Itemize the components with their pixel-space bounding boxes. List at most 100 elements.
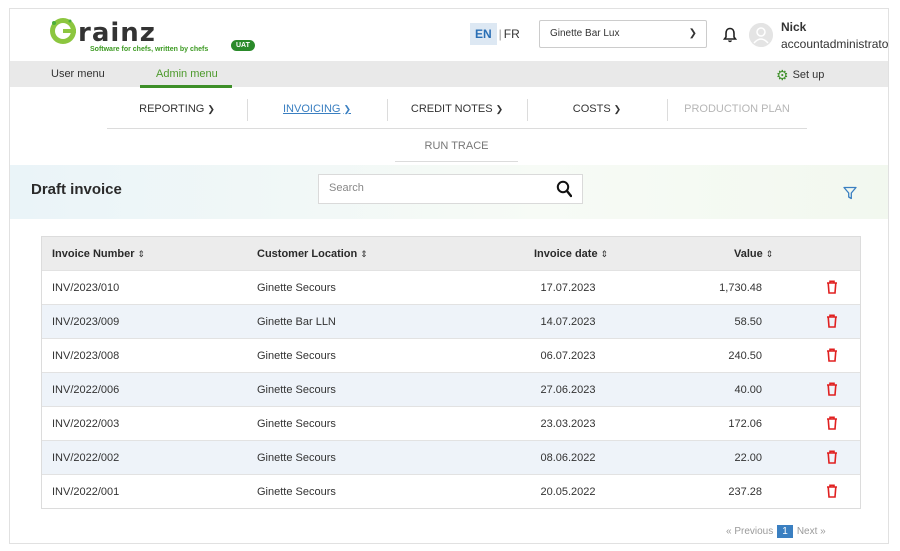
customer-location: Ginette Secours [257,350,336,362]
user-name: Nick [781,20,807,34]
trash-icon[interactable] [826,416,838,430]
table-row[interactable]: INV/2022/006 Ginette Secours 27.06.2023 … [42,372,860,406]
customer-location: Ginette Secours [257,418,336,430]
trash-icon[interactable] [826,280,838,294]
invoice-table: Invoice Number ⇕ Customer Location ⇕ Invoi… [41,236,861,509]
invoice-date: 06.07.2023 [540,350,596,362]
invoice-number: INV/2023/008 [52,350,120,362]
pagination: « Previous 1 Next » [726,525,826,538]
sort-icon: ⇕ [360,249,368,259]
column-header-customer-location[interactable]: Customer Location ⇕ [257,248,368,260]
pagination-next[interactable]: Next » [797,526,826,537]
invoice-date: 17.07.2023 [540,282,596,294]
invoice-value: 172.06 [728,418,762,430]
nav-underline [107,128,807,129]
invoice-date: 14.07.2023 [540,316,596,328]
pagination-previous[interactable]: « Previous [726,526,773,537]
nav-credit-notes-label: CREDIT NOTES [410,103,493,115]
nav-costs[interactable]: COSTS ❯ [527,93,667,127]
sort-icon: ⇕ [600,249,609,259]
invoice-number: INV/2022/001 [52,486,120,498]
nav-credit-notes[interactable]: CREDIT NOTES ❯ [387,93,527,127]
nav-production-plan[interactable]: PRODUCTION PLAN [667,93,807,127]
page-title: Draft invoice [31,181,122,198]
trash-icon[interactable] [826,348,838,362]
top-header: rainz Software for chefs, written by che… [10,9,889,61]
column-label: Value [734,248,763,260]
logo-wordmark: rainz [78,18,156,48]
app-window: rainz Software for chefs, written by che… [9,8,889,544]
customer-location: Ginette Secours [257,384,336,396]
sort-icon: ⇕ [137,249,146,259]
table-row[interactable]: INV/2022/001 Ginette Secours 20.05.2022 … [42,474,860,508]
trash-icon[interactable] [826,450,838,464]
customer-location: Ginette Secours [257,452,336,464]
invoice-date: 20.05.2022 [540,486,596,498]
page-title-bar: Draft invoice [10,165,888,219]
invoice-value: 1,730.48 [719,282,762,294]
language-en[interactable]: EN [470,23,497,45]
venue-select[interactable]: Ginette Bar Lux ❯ [539,20,707,48]
nav-reporting[interactable]: REPORTING ❯ [107,93,247,127]
menu-bar: User menu Admin menu ⚙ Set up [10,61,888,88]
nav-invoicing[interactable]: INVOICING ❯ [247,93,387,127]
customer-location: Ginette Bar LLN [257,316,336,328]
tab-admin-menu[interactable]: Admin menu [156,68,218,80]
chevron-down-icon: ❯ [613,104,622,114]
invoice-date: 27.06.2023 [540,384,596,396]
trash-icon[interactable] [826,382,838,396]
invoice-value: 240.50 [728,350,762,362]
invoice-value: 237.28 [728,486,762,498]
trash-icon[interactable] [826,484,838,498]
language-fr[interactable]: FR [504,27,520,41]
invoice-value: 40.00 [734,384,762,396]
column-header-invoice-number[interactable]: Invoice Number ⇕ [52,248,145,260]
invoice-value: 22.00 [734,452,762,464]
invoice-number: INV/2022/002 [52,452,120,464]
invoice-value: 58.50 [734,316,762,328]
user-role: accountadministrator [781,37,889,51]
pagination-current-page[interactable]: 1 [777,525,793,538]
invoice-number: INV/2023/009 [52,316,120,328]
invoice-number: INV/2023/010 [52,282,120,294]
nav-run-trace[interactable]: RUN TRACE [395,140,518,152]
nav-costs-label: COSTS [572,103,611,115]
invoice-date: 23.03.2023 [540,418,596,430]
table-header: Invoice Number ⇕ Customer Location ⇕ Invoi… [42,237,860,270]
search-icon[interactable] [556,180,572,198]
logo-g-icon [50,18,76,44]
invoice-date: 08.06.2022 [540,452,596,464]
table-row[interactable]: INV/2023/010 Ginette Secours 17.07.2023 … [42,270,860,304]
table-row[interactable]: INV/2023/008 Ginette Secours 06.07.2023 … [42,338,860,372]
invoice-number: INV/2022/006 [52,384,120,396]
chevron-down-icon: ❯ [495,104,504,114]
grainz-logo[interactable]: rainz Software for chefs, written by che… [48,16,263,56]
run-trace-underline [395,161,518,162]
chevron-down-icon: ❯ [688,28,697,39]
column-header-value[interactable]: Value ⇕ [734,248,773,260]
search-input[interactable] [329,182,529,194]
column-label: Customer Location [257,248,358,260]
avatar[interactable] [749,23,773,47]
nav-invoicing-label: INVOICING [283,103,341,115]
column-header-invoice-date[interactable]: Invoice date ⇕ [534,248,608,260]
section-nav: REPORTING ❯ INVOICING ❯ CREDIT NOTES ❯ COST… [107,93,807,133]
table-row[interactable]: INV/2022/003 Ginette Secours 23.03.2023 … [42,406,860,440]
customer-location: Ginette Secours [257,282,336,294]
column-label: Invoice date [534,248,598,260]
sort-icon: ⇕ [765,249,774,259]
table-row[interactable]: INV/2023/009 Ginette Bar LLN 14.07.2023 … [42,304,860,338]
venue-select-value: Ginette Bar Lux [550,28,620,39]
customer-location: Ginette Secours [257,486,336,498]
gear-icon: ⚙ [776,67,789,83]
trash-icon[interactable] [826,314,838,328]
chevron-down-icon: ❯ [343,104,351,114]
setup-link[interactable]: ⚙ Set up [776,67,824,84]
chevron-down-icon: ❯ [207,104,215,114]
filter-icon[interactable] [843,186,857,200]
logo-tagline: Software for chefs, written by chefs [90,46,209,53]
table-row[interactable]: INV/2022/002 Ginette Secours 08.06.2022 … [42,440,860,474]
tab-user-menu[interactable]: User menu [51,68,105,80]
active-tab-indicator [140,85,232,88]
bell-icon[interactable] [723,27,737,43]
